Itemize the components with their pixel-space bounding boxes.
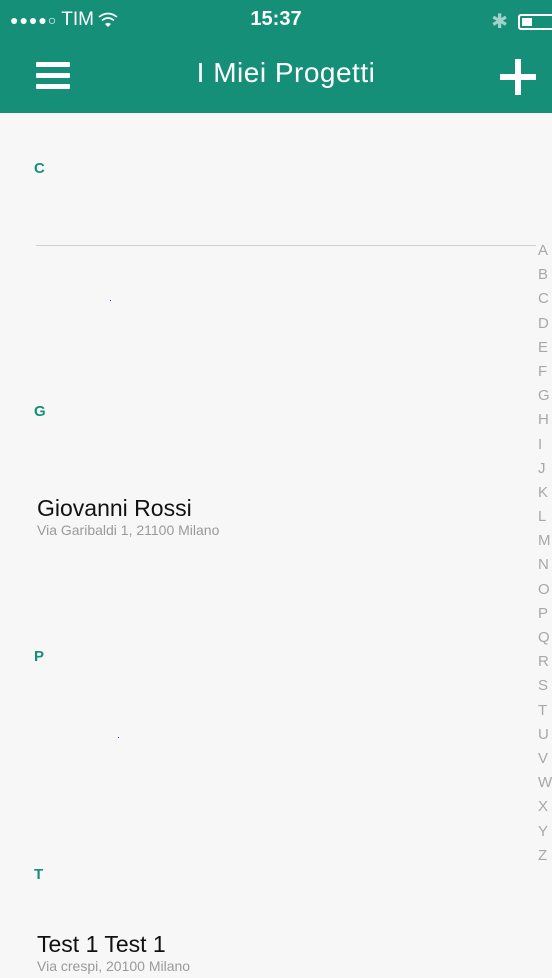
section-header-p: P xyxy=(34,648,45,665)
empty-row-marker xyxy=(118,737,119,738)
bluetooth-icon: ✱ xyxy=(491,11,508,33)
status-time: 15:37 xyxy=(250,8,302,30)
index-letter[interactable]: S xyxy=(538,674,552,698)
project-address[interactable]: Via Garibaldi 1, 21100 Milano xyxy=(37,522,219,538)
index-letter[interactable]: X xyxy=(538,795,552,819)
section-header-t: T xyxy=(34,866,44,883)
index-letter[interactable]: J xyxy=(538,457,552,481)
index-letter[interactable]: K xyxy=(538,481,552,505)
index-letter[interactable]: L xyxy=(538,505,552,529)
index-letter[interactable]: W xyxy=(538,771,552,795)
page-title: I Miei Progetti xyxy=(196,57,376,88)
index-letter[interactable]: M xyxy=(538,529,552,553)
project-address[interactable]: Via crespi, 20100 Milano xyxy=(37,958,190,974)
index-letter[interactable]: N xyxy=(538,553,552,577)
index-letter[interactable]: I xyxy=(538,433,552,457)
divider xyxy=(36,245,536,246)
index-letter[interactable]: F xyxy=(538,360,552,384)
alphabet-index[interactable]: A B C D E F G H I J K L M N O P Q R S T … xyxy=(538,239,552,868)
empty-row-marker xyxy=(110,300,111,301)
index-letter[interactable]: D xyxy=(538,312,552,336)
index-letter[interactable]: R xyxy=(538,650,552,674)
project-title[interactable]: Giovanni Rossi xyxy=(37,495,192,522)
status-right: ✱ xyxy=(491,9,552,34)
index-letter[interactable]: H xyxy=(538,408,552,432)
index-letter[interactable]: O xyxy=(538,578,552,602)
app-header: ●●●●○ TIM 15:37 ✱ I Miei Progetti xyxy=(0,0,552,113)
battery-icon xyxy=(518,13,552,30)
index-letter[interactable]: V xyxy=(538,747,552,771)
index-letter[interactable]: Q xyxy=(538,626,552,650)
section-header-g: G xyxy=(34,403,46,420)
index-letter[interactable]: A xyxy=(538,239,552,263)
index-letter[interactable]: U xyxy=(538,723,552,747)
section-header-c: C xyxy=(34,160,45,177)
index-letter[interactable]: Y xyxy=(538,820,552,844)
add-project-button[interactable] xyxy=(500,59,536,95)
index-letter[interactable]: P xyxy=(538,602,552,626)
project-title[interactable]: Test 1 Test 1 xyxy=(37,931,166,958)
index-letter[interactable]: C xyxy=(538,287,552,311)
index-letter[interactable]: E xyxy=(538,336,552,360)
status-bar: ●●●●○ TIM 15:37 ✱ xyxy=(0,0,552,40)
index-letter[interactable]: B xyxy=(538,263,552,287)
index-letter[interactable]: T xyxy=(538,699,552,723)
index-letter[interactable]: Z xyxy=(538,844,552,868)
index-letter[interactable]: G xyxy=(538,384,552,408)
